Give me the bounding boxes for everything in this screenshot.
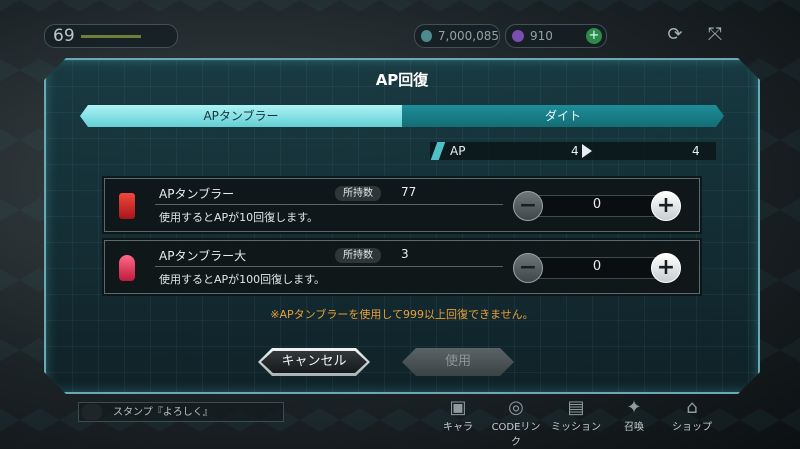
owned-count: 77	[401, 185, 417, 199]
code-link-icon: ◎	[508, 397, 524, 418]
nav-summon[interactable]: ✦ 召喚	[606, 397, 662, 434]
coin-amount: 7,000,085	[437, 29, 499, 43]
recovery-tabs: APタンブラー ダイト	[80, 105, 724, 127]
cancel-button[interactable]: キャンセル	[258, 348, 370, 376]
item-name: APタンブラー	[159, 187, 235, 201]
nav-chara[interactable]: ▣ キャラ	[430, 397, 486, 434]
use-button[interactable]: 使用	[402, 348, 514, 376]
dialog-title: AP回復	[375, 71, 429, 89]
ap-stripe-icon	[431, 142, 446, 160]
increase-button[interactable]: +	[651, 191, 681, 221]
item-description: 使用するとAPが100回復します。	[159, 273, 326, 286]
owned-label: 所持数	[335, 248, 381, 263]
add-gem-button[interactable]: +	[586, 28, 602, 44]
refresh-icon[interactable]: ⟳	[662, 22, 688, 48]
coin-icon	[421, 30, 432, 42]
quantity-stepper: − 0 +	[513, 253, 681, 281]
quantity-stepper: − 0 +	[513, 191, 681, 219]
item-name: APタンブラー大	[159, 249, 247, 263]
stamp-message[interactable]: スタンプ『よろしく』	[78, 402, 284, 422]
nav-shop[interactable]: ⌂ ショップ	[664, 397, 720, 434]
gem-amount: 910	[530, 29, 553, 43]
ap-current: 4	[571, 144, 579, 158]
coin-display: 7,000,085	[414, 24, 500, 48]
ap-after: 4	[692, 144, 700, 158]
mission-icon: ▤	[567, 397, 585, 418]
owned-label: 所持数	[335, 186, 381, 201]
increase-button[interactable]: +	[651, 253, 681, 283]
summon-icon: ✦	[626, 397, 642, 418]
ap-preview: AP 4 4	[430, 142, 716, 160]
shop-icon: ⌂	[686, 397, 698, 418]
player-level: 69	[53, 26, 75, 46]
owned-count: 3	[401, 247, 409, 261]
ap-label: AP	[450, 144, 466, 158]
exp-bar	[80, 34, 141, 38]
fullscreen-icon[interactable]: ⤧	[702, 22, 728, 48]
divider	[155, 266, 503, 267]
arrow-right-icon	[582, 144, 592, 158]
nav-mission[interactable]: ▤ ミッション	[548, 397, 604, 434]
cancel-button-label: キャンセル	[261, 351, 367, 373]
player-level-display: 69	[44, 24, 178, 48]
tab-daito[interactable]: ダイト	[402, 105, 724, 127]
ap-tumbler-large-icon	[119, 255, 135, 281]
ap-tumbler-icon	[119, 193, 135, 219]
item-row-ap-tumbler: APタンブラー 所持数 77 使用するとAPが10回復します。 − 0 +	[104, 178, 700, 232]
ap-recovery-dialog: AP回復 APタンブラー ダイト AP 4 4 APタンブラー 所持数 77 使…	[44, 58, 760, 394]
chara-icon: ▣	[449, 397, 467, 418]
nav-code-link[interactable]: ◎ CODEリンク	[488, 397, 544, 449]
tab-ap-tumbler[interactable]: APタンブラー	[80, 105, 402, 127]
recovery-limit-notice: ※APタンブラーを使用して999以上回復できません。	[270, 308, 534, 321]
gem-display: 910 +	[505, 24, 607, 48]
item-row-ap-tumbler-large: APタンブラー大 所持数 3 使用するとAPが100回復します。 − 0 +	[104, 240, 700, 294]
gem-icon	[512, 30, 524, 42]
divider	[155, 204, 503, 205]
item-description: 使用するとAPが10回復します。	[159, 211, 319, 224]
